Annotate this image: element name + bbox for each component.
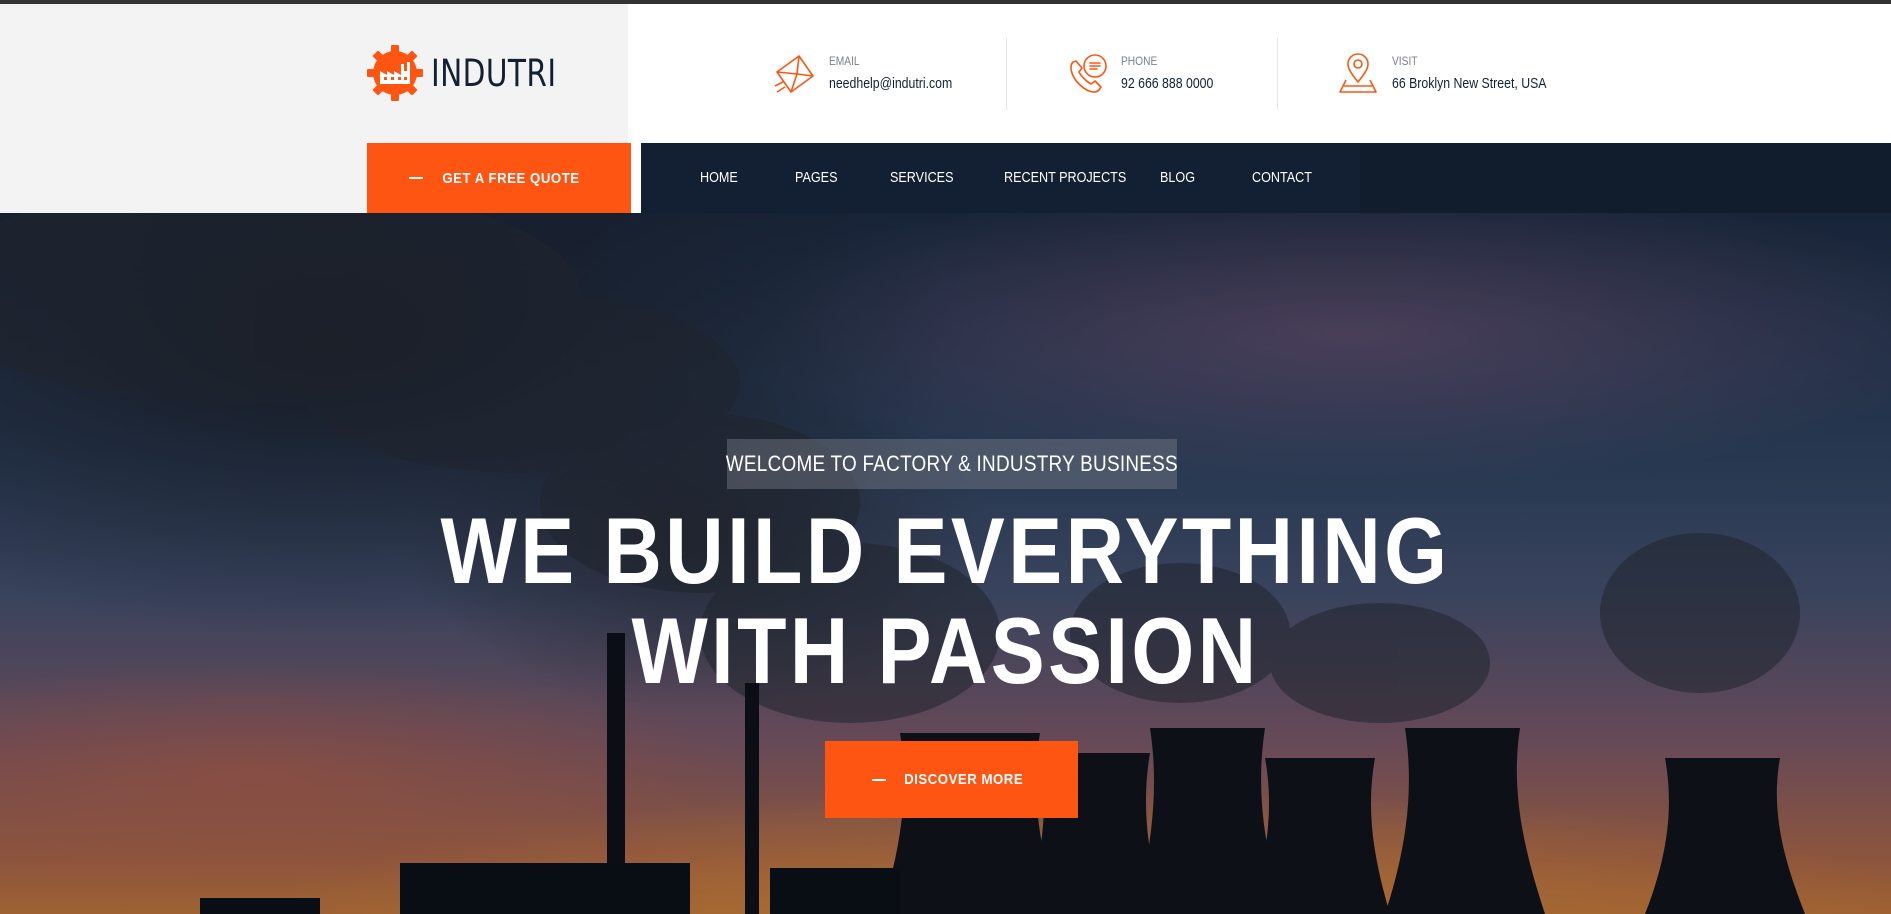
contact-phone: Phone 92 666 888 0000 <box>1065 52 1234 96</box>
contact-email-value[interactable]: needhelp@indutri.com <box>829 73 952 95</box>
nav-item-pages[interactable]: PAGES <box>795 143 837 213</box>
map-pin-icon <box>1339 53 1377 93</box>
nav-item-home[interactable]: HOME <box>700 143 738 213</box>
phone-icon <box>1070 54 1107 93</box>
logo-link[interactable]: INDUTRI <box>366 44 588 102</box>
nav-item-services[interactable]: SERVICES <box>890 143 953 213</box>
nav-item-recent-projects[interactable]: RECENT PROJECTS <box>1004 143 1126 213</box>
nav-item-contact[interactable]: CONTACT <box>1252 143 1312 213</box>
hero-headline: WE BUILD EVERYTHING WITH PASSION <box>0 501 1891 701</box>
get-free-quote-button[interactable]: GET A FREE QUOTE <box>367 143 631 213</box>
hero-tagline-text: WELCOME TO FACTORY & INDUSTRY BUSINESS <box>725 451 1179 476</box>
contact-phone-value[interactable]: 92 666 888 0000 <box>1121 73 1213 95</box>
dash-icon <box>871 778 886 781</box>
contact-phone-label: Phone <box>1121 54 1158 68</box>
brand-name: INDUTRI <box>431 51 557 95</box>
hero-headline-line-2: WITH PASSION <box>631 598 1260 703</box>
dash-icon <box>409 177 423 179</box>
envelope-icon <box>774 55 814 93</box>
discover-more-button[interactable]: DISCOVER MORE <box>825 741 1078 818</box>
discover-more-label: DISCOVER MORE <box>903 771 1024 788</box>
nav-item-blog[interactable]: BLOG <box>1160 143 1195 213</box>
main-navigation: HOME PAGES SERVICES RECENT PROJECTS BLOG… <box>641 143 1360 213</box>
factory-gear-logo-icon <box>367 45 423 101</box>
contact-divider <box>1006 38 1007 110</box>
contact-visit: Visit 66 Broklyn New Street, USA <box>1336 52 1580 96</box>
contact-visit-value: 66 Broklyn New Street, USA <box>1392 75 1547 92</box>
contact-visit-label: Visit <box>1392 54 1418 68</box>
hero-headline-line-1: WE BUILD EVERYTHING <box>440 498 1451 603</box>
contact-email: Email needhelp@indutri.com <box>773 52 979 96</box>
contact-divider <box>1277 38 1278 110</box>
hero-section: WELCOME TO FACTORY & INDUSTRY BUSINESS W… <box>0 213 1891 914</box>
hero-tagline: WELCOME TO FACTORY & INDUSTRY BUSINESS <box>725 439 1179 489</box>
contact-email-label: Email <box>829 54 860 68</box>
nav-bar-extension <box>1360 143 1891 213</box>
get-free-quote-label: GET A FREE QUOTE <box>442 169 580 187</box>
